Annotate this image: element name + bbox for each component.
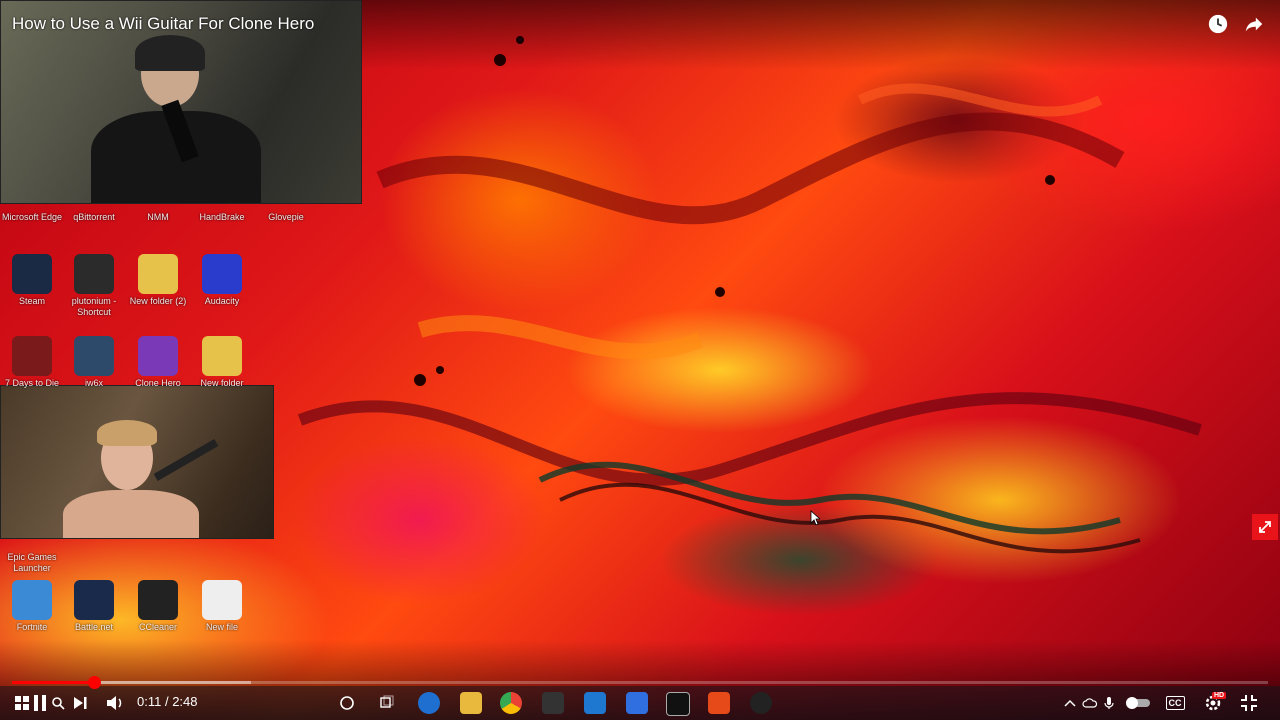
desktop-icon-label: plutonium - Shortcut <box>71 296 117 317</box>
desktop-icon-label: CCleaner <box>138 622 178 632</box>
desktop-app-icon <box>74 580 114 620</box>
edge-icon[interactable] <box>418 692 440 714</box>
desktop-icon-label: 7 Days to Die <box>4 378 60 388</box>
desktop-icon-label: Fortnite <box>16 622 48 632</box>
desktop-icon[interactable]: New file <box>190 580 254 633</box>
search-icon[interactable] <box>50 690 66 716</box>
desktop-icon[interactable]: CCleaner <box>126 580 190 633</box>
cortana-icon[interactable] <box>336 692 358 714</box>
desktop-icon[interactable]: plutonium - Shortcut <box>62 254 126 318</box>
progress-played <box>12 681 95 684</box>
video-title[interactable]: How to Use a Wii Guitar For Clone Hero <box>12 14 314 34</box>
progress-bar[interactable] <box>12 676 1268 689</box>
pause-button[interactable] <box>30 690 50 716</box>
mic-icon[interactable] <box>1102 690 1116 716</box>
next-button[interactable] <box>70 690 90 716</box>
mic-arm <box>153 439 219 481</box>
fullscreen-badge[interactable] <box>1252 514 1278 540</box>
desktop-icon-label: Audacity <box>204 296 240 306</box>
desktop-icon-label: Microsoft Edge <box>1 212 63 222</box>
desktop-icon-label: New folder (2) <box>129 296 187 306</box>
desktop-icon-label: Glovepie <box>268 212 304 222</box>
time-separator: / <box>161 694 173 709</box>
desktop-app-icon <box>138 336 178 376</box>
desktop-app-icon <box>74 336 114 376</box>
task-view-icon[interactable] <box>376 692 398 714</box>
webcam-overlay-bottom <box>0 385 274 539</box>
office-icon[interactable] <box>708 692 730 714</box>
desktop-icon[interactable]: iw6x <box>62 336 126 389</box>
chrome-icon[interactable] <box>500 692 522 714</box>
desktop-icon[interactable]: New folder (2) <box>126 254 190 307</box>
autoplay-toggle[interactable] <box>1124 690 1152 716</box>
desktop-icon-label: Steam <box>18 296 45 306</box>
desktop-app-icon <box>202 254 242 294</box>
dropbox-icon[interactable] <box>626 692 648 714</box>
settings-icon[interactable]: HD <box>1200 690 1227 716</box>
person-body <box>63 490 199 538</box>
desktop-icon[interactable]: HandBrake <box>190 210 254 223</box>
desktop-app-icon <box>202 580 242 620</box>
share-icon[interactable] <box>1242 12 1266 36</box>
exit-fullscreen-icon[interactable] <box>1238 690 1260 716</box>
desktop-icon[interactable]: Battle.net <box>62 580 126 633</box>
desktop-icon[interactable]: Fortnite <box>0 580 64 633</box>
desktop-app-icon <box>138 580 178 620</box>
desktop-app-icon <box>12 336 52 376</box>
desktop-icon-label: qBittorrent <box>73 212 115 222</box>
desktop-icon[interactable]: 7 Days to Die <box>0 336 64 389</box>
desktop-icon[interactable]: Steam <box>0 254 64 307</box>
time-display: 0:11 / 2:48 <box>137 694 198 709</box>
desktop-icon[interactable]: Microsoft Edge <box>0 210 64 223</box>
desktop-icon[interactable]: NMM <box>126 210 190 223</box>
desktop-app-icon <box>202 336 242 376</box>
desktop-app-icon <box>12 254 52 294</box>
desktop-icon[interactable]: Audacity <box>190 254 254 307</box>
desktop-icon-label: iw6x <box>84 378 103 388</box>
cursor-icon <box>810 510 822 531</box>
desktop-icon-label: HandBrake <box>199 212 245 222</box>
desktop-icon-label: NMM <box>147 212 169 222</box>
captions-button[interactable]: CC <box>1164 690 1186 716</box>
person-hair <box>97 420 157 446</box>
file-explorer-icon[interactable] <box>460 692 482 714</box>
duration: 2:48 <box>172 694 198 709</box>
desktop-app-icon <box>74 254 114 294</box>
desktop-app-icon <box>12 580 52 620</box>
desktop-app-icon <box>138 254 178 294</box>
desktop-icon[interactable]: Glovepie <box>254 210 318 223</box>
person-hat <box>135 35 205 71</box>
chevron-up-icon[interactable] <box>1062 690 1078 716</box>
desktop-icon-label: Clone Hero <box>135 378 181 388</box>
notion-icon[interactable] <box>666 692 690 716</box>
app-icon[interactable] <box>750 692 772 714</box>
mail-icon[interactable] <box>584 692 606 714</box>
desktop-icon-label: Battle.net <box>74 622 114 632</box>
desktop-icon-label: New folder <box>200 378 244 388</box>
desktop-icon[interactable]: qBittorrent <box>62 210 126 223</box>
desktop-icon[interactable]: Clone Hero <box>126 336 190 389</box>
watch-later-icon[interactable] <box>1206 12 1230 36</box>
store-icon[interactable] <box>542 692 564 714</box>
desktop-icon[interactable]: New folder <box>190 336 254 389</box>
windows-icon[interactable] <box>12 690 32 716</box>
desktop-icon-label: New file <box>205 622 238 632</box>
desktop-icon[interactable]: Epic Games Launcher <box>0 550 64 574</box>
cloud-icon[interactable] <box>1082 690 1098 716</box>
volume-icon[interactable] <box>104 690 126 716</box>
captions-label: CC <box>1165 696 1185 710</box>
desktop-icon-label: Epic Games Launcher <box>7 552 57 573</box>
hd-badge: HD <box>1212 692 1227 699</box>
current-time: 0:11 <box>137 694 162 709</box>
